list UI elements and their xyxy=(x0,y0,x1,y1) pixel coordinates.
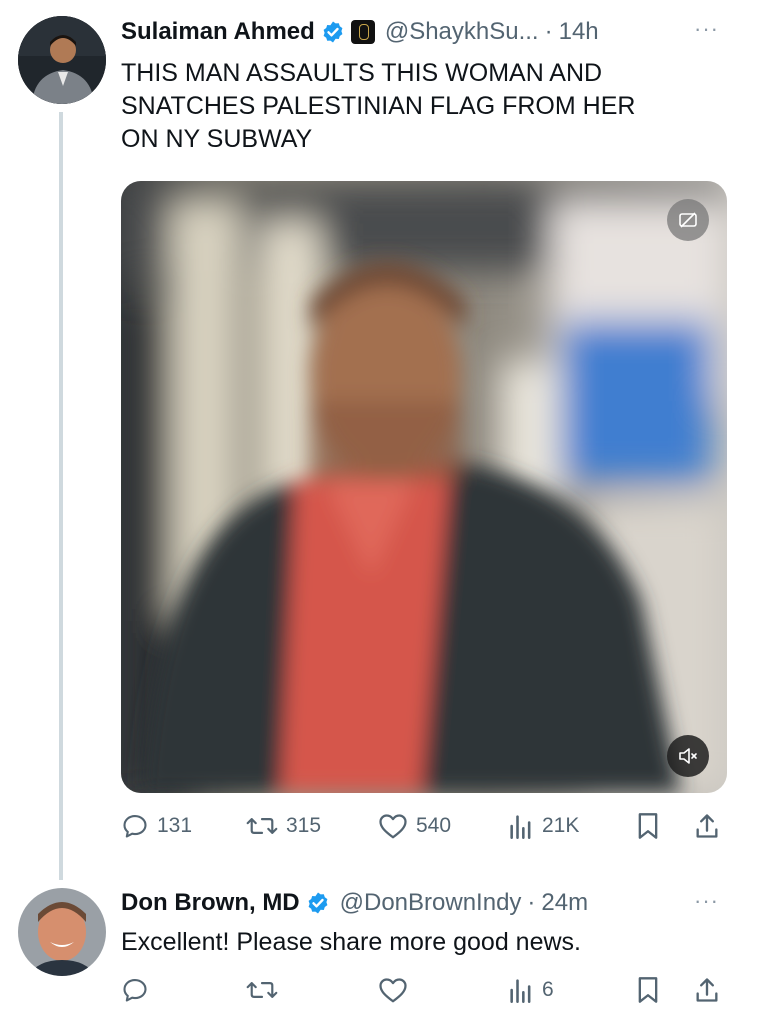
reply-button[interactable] xyxy=(121,976,149,1004)
views-icon xyxy=(510,979,531,1003)
reply-icon xyxy=(123,815,147,838)
author-handle[interactable]: @DonBrownIndy xyxy=(340,889,522,917)
thread-connector-line xyxy=(59,112,63,880)
like-icon xyxy=(379,978,407,1003)
tweet-text-line: THIS MAN ASSAULTS THIS WOMAN AND xyxy=(121,59,603,87)
retweet-icon xyxy=(246,982,278,998)
more-options-button[interactable]: ··· xyxy=(694,888,719,914)
share-button[interactable] xyxy=(694,976,720,1004)
avatar-don-brown[interactable] xyxy=(18,888,106,976)
share-icon xyxy=(696,814,718,838)
author-handle[interactable]: @ShaykhSu... xyxy=(385,18,539,46)
bookmark-button[interactable] xyxy=(636,812,660,840)
verified-badge-icon xyxy=(323,21,343,43)
views-count: 21K xyxy=(542,814,580,837)
tweet-text: Excellent! Please share more good news. xyxy=(121,928,581,956)
bookmark-button[interactable] xyxy=(636,976,660,1004)
views-button[interactable]: 6 xyxy=(508,976,554,1004)
affiliate-badge[interactable] xyxy=(350,20,375,44)
avatar-sulaiman-ahmed[interactable] xyxy=(18,16,106,104)
post-time[interactable]: 24m xyxy=(541,889,588,917)
tweet-text: THIS MAN ASSAULTS THIS WOMAN AND SNATCHE… xyxy=(121,57,741,156)
share-icon xyxy=(696,978,718,1002)
retweet-icon xyxy=(246,818,278,834)
like-button[interactable]: 540 xyxy=(378,812,451,840)
author-name[interactable]: Sulaiman Ahmed xyxy=(121,18,315,46)
reply-icon xyxy=(123,979,147,1002)
tweet-text-line: SNATCHES PALESTINIAN FLAG FROM HER xyxy=(121,92,636,120)
tweet-text-line: ON NY SUBWAY xyxy=(121,125,313,153)
like-icon xyxy=(379,814,407,839)
reply-button[interactable]: 131 xyxy=(121,812,192,840)
mute-icon[interactable] xyxy=(667,735,709,777)
video-player[interactable] xyxy=(121,181,727,793)
views-count: 6 xyxy=(542,978,554,1001)
more-options-button[interactable]: ··· xyxy=(694,16,719,42)
separator-dot: · xyxy=(544,18,553,45)
retweet-count: 315 xyxy=(286,814,322,837)
bookmark-icon xyxy=(638,977,658,1003)
video-frame xyxy=(121,181,727,793)
views-button[interactable]: 21K xyxy=(508,812,579,840)
views-icon xyxy=(510,815,531,839)
retweet-button[interactable] xyxy=(246,976,278,1004)
author-name[interactable]: Don Brown, MD xyxy=(121,889,300,917)
bookmark-icon xyxy=(638,813,658,839)
retweet-button[interactable]: 315 xyxy=(246,812,321,840)
share-button[interactable] xyxy=(694,812,720,840)
like-count: 540 xyxy=(416,814,452,837)
like-button[interactable] xyxy=(378,976,408,1004)
hide-media-icon[interactable] xyxy=(667,199,709,241)
post-time[interactable]: 14h xyxy=(559,18,599,46)
separator-dot: · xyxy=(527,889,536,916)
verified-badge-icon xyxy=(308,892,328,914)
reply-count: 131 xyxy=(157,814,193,837)
